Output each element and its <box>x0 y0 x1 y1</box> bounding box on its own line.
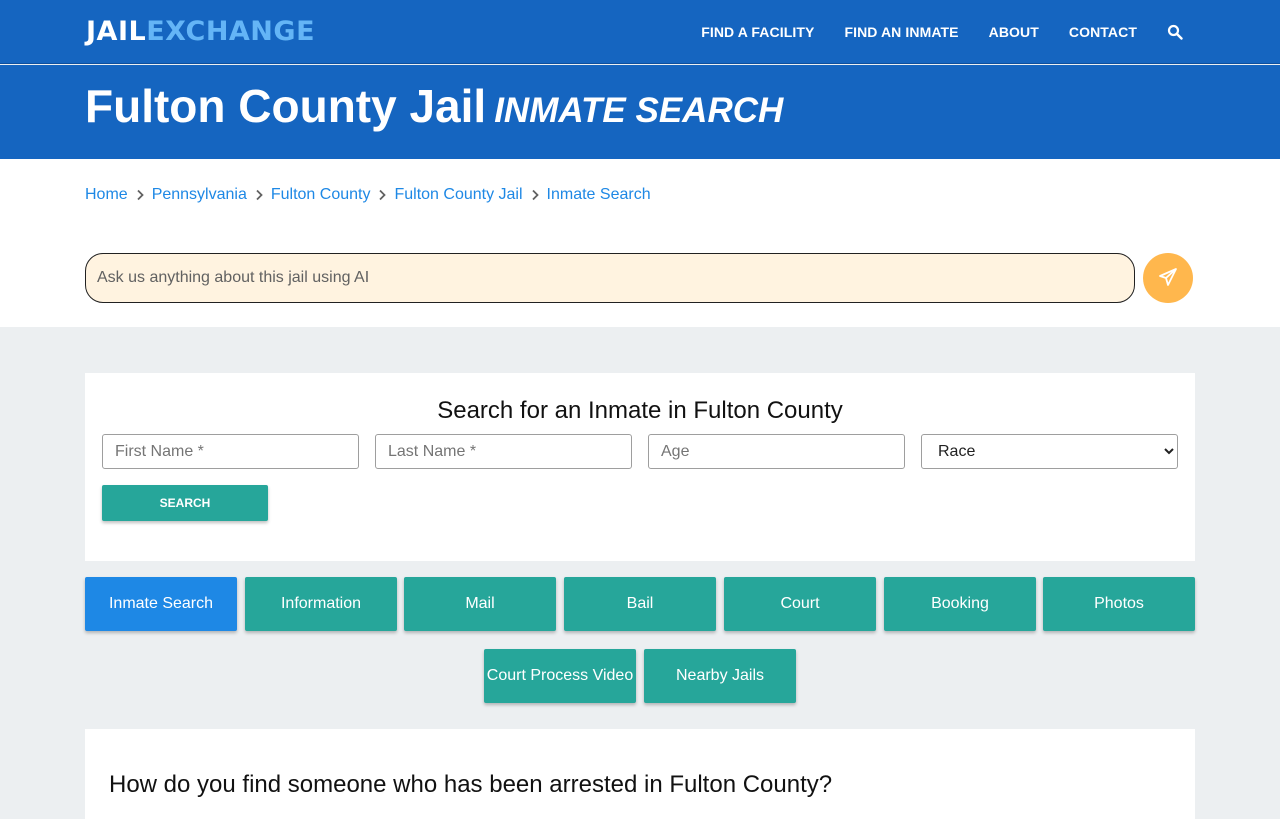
logo-text-exchange: EXCHANGE <box>146 16 316 47</box>
ai-send-button[interactable] <box>1143 253 1193 303</box>
age-input[interactable] <box>648 434 905 469</box>
breadcrumb-county[interactable]: Fulton County <box>271 186 371 204</box>
tab-information[interactable]: Information <box>245 577 397 631</box>
nav-contact[interactable]: CONTACT <box>1069 24 1137 40</box>
site-logo[interactable]: JAILEXCHANGE <box>86 16 315 48</box>
tab-inmate-search[interactable]: Inmate Search <box>85 577 237 631</box>
tab-mail[interactable]: Mail <box>404 577 556 631</box>
last-name-input[interactable] <box>375 434 632 469</box>
tab-court-process-video[interactable]: Court Process Video <box>484 649 636 703</box>
chevron-right-icon <box>128 187 152 203</box>
breadcrumb-home[interactable]: Home <box>85 186 128 204</box>
chevron-right-icon <box>523 187 547 203</box>
search-button[interactable]: SEARCH <box>102 485 268 521</box>
page-title-main: Fulton County Jail <box>85 80 487 132</box>
article-heading: How do you find someone who has been arr… <box>109 771 833 798</box>
chevron-right-icon <box>370 187 394 203</box>
logo-text-jail: JAIL <box>86 16 147 47</box>
page-title: Fulton County Jail INMATE SEARCH <box>85 79 783 138</box>
top-navbar: JAILEXCHANGE FIND A FACILITY FIND AN INM… <box>0 0 1280 64</box>
tab-booking[interactable]: Booking <box>884 577 1036 631</box>
tab-photos[interactable]: Photos <box>1043 577 1195 631</box>
page-title-subtitle: INMATE SEARCH <box>494 91 784 130</box>
chevron-right-icon <box>247 187 271 203</box>
nav-about[interactable]: ABOUT <box>989 24 1039 40</box>
search-card-title: Search for an Inmate in Fulton County <box>437 397 843 424</box>
ai-question-input[interactable] <box>85 253 1135 303</box>
breadcrumb-current[interactable]: Inmate Search <box>547 186 651 204</box>
paper-plane-icon <box>1158 267 1178 290</box>
article-section: How do you find someone who has been arr… <box>85 729 1195 819</box>
nav-find-facility[interactable]: FIND A FACILITY <box>701 24 814 40</box>
search-icon[interactable] <box>1167 24 1183 40</box>
tab-nearby-jails[interactable]: Nearby Jails <box>644 649 796 703</box>
tab-bail[interactable]: Bail <box>564 577 716 631</box>
breadcrumb: Home Pennsylvania Fulton County Fulton C… <box>85 186 651 204</box>
hero-banner: Fulton County Jail INMATE SEARCH <box>0 65 1280 159</box>
inmate-search-card: Search for an Inmate in Fulton County Ra… <box>85 373 1195 561</box>
breadcrumb-state[interactable]: Pennsylvania <box>152 186 247 204</box>
tab-court[interactable]: Court <box>724 577 876 631</box>
first-name-input[interactable] <box>102 434 359 469</box>
breadcrumb-jail[interactable]: Fulton County Jail <box>394 186 522 204</box>
main-menu: FIND A FACILITY FIND AN INMATE ABOUT CON… <box>671 0 1183 64</box>
race-select[interactable]: Race <box>921 434 1178 469</box>
breadcrumb-and-ai-section: Home Pennsylvania Fulton County Fulton C… <box>0 159 1280 327</box>
nav-find-inmate[interactable]: FIND AN INMATE <box>844 24 958 40</box>
